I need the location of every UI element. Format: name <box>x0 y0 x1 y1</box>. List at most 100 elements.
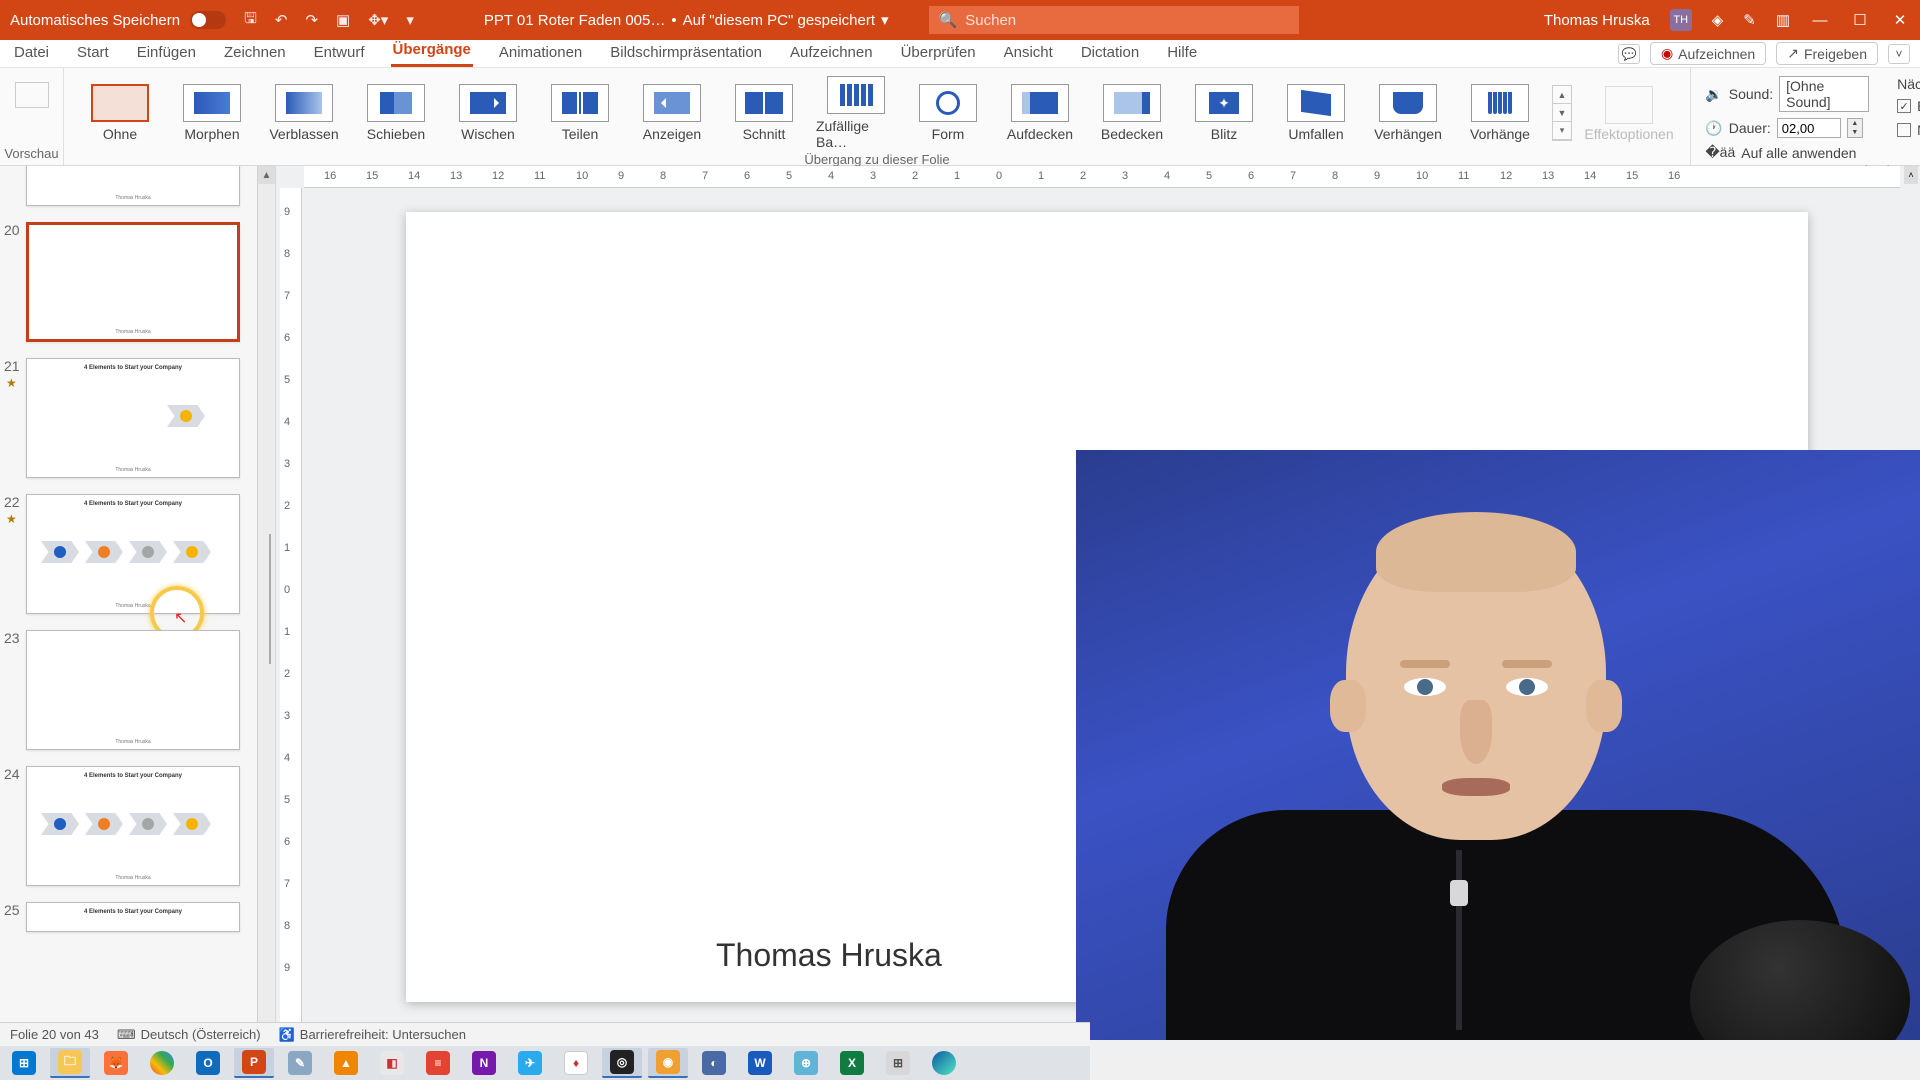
share-button[interactable]: ↗Freigeben <box>1776 42 1878 65</box>
start-button[interactable]: ⊞ <box>4 1048 44 1078</box>
transition-flash[interactable]: ✦Blitz <box>1184 84 1264 142</box>
touch-mode-icon[interactable]: ✥▾ <box>368 11 388 29</box>
tab-dictation[interactable]: Dictation <box>1079 40 1141 67</box>
window-layout-icon[interactable]: ▥ <box>1776 11 1790 29</box>
ribbon-collapse-icon[interactable]: ˅ <box>1888 44 1910 64</box>
sound-select[interactable]: [Ohne Sound] <box>1779 76 1869 112</box>
drawing-mode-icon[interactable]: ✎ <box>1743 11 1756 29</box>
accessibility-status[interactable]: ♿Barrierefreiheit: Untersuchen <box>279 1027 466 1043</box>
present-from-start-icon[interactable]: ▣ <box>336 11 350 29</box>
language-status[interactable]: ⌨Deutsch (Österreich) <box>117 1027 261 1043</box>
save-icon[interactable]: 🖫 <box>244 8 257 33</box>
transition-cut[interactable]: Schnitt <box>724 84 804 142</box>
slide-thumb-25[interactable]: 25 4 Elements to Start your Company <box>26 902 249 932</box>
transition-random-bars[interactable]: Zufällige Ba… <box>816 76 896 150</box>
tab-entwurf[interactable]: Entwurf <box>312 40 367 67</box>
transition-fade[interactable]: Verblassen <box>264 84 344 142</box>
tab-zeichnen[interactable]: Zeichnen <box>222 40 288 67</box>
checkbox-unchecked-icon[interactable] <box>1897 123 1911 137</box>
gallery-down-icon[interactable]: ▼ <box>1553 104 1571 122</box>
search-box[interactable]: 🔍 <box>929 6 1299 34</box>
apply-all-button[interactable]: �ääAuf alle anwenden <box>1705 144 1869 161</box>
checkbox-checked-icon[interactable] <box>1897 99 1911 113</box>
thumbnail-scrollbar[interactable]: ▲ ▼ <box>257 166 275 1046</box>
taskbar-onenote[interactable]: N <box>464 1048 504 1078</box>
taskbar-firefox[interactable]: 🦊 <box>96 1048 136 1078</box>
tab-bildschirmpraesentation[interactable]: Bildschirmpräsentation <box>608 40 764 67</box>
on-click-checkbox[interactable]: Bei Mausklick <box>1897 98 1920 114</box>
slide-thumbnail-list[interactable]: Thomas Hruska 20 Thomas Hruska 21 ★ 4 El… <box>0 166 257 1046</box>
tab-ansicht[interactable]: Ansicht <box>1002 40 1055 67</box>
canvas-collapse-icon[interactable]: ˄ <box>1904 166 1918 184</box>
taskbar-todoist[interactable]: ≡ <box>418 1048 458 1078</box>
search-input[interactable] <box>965 12 1288 29</box>
user-avatar[interactable]: TH <box>1670 9 1692 31</box>
tab-ueberpruefen[interactable]: Überprüfen <box>899 40 978 67</box>
taskbar-edge[interactable] <box>924 1048 964 1078</box>
transition-cover[interactable]: Bedecken <box>1092 84 1172 142</box>
transition-morph[interactable]: Morphen <box>172 84 252 142</box>
transition-uncover[interactable]: Aufdecken <box>1000 84 1080 142</box>
redo-icon[interactable]: ↷ <box>305 11 318 29</box>
gallery-scroll[interactable]: ▲▼▾ <box>1552 85 1572 141</box>
transition-reveal[interactable]: Anzeigen <box>632 84 712 142</box>
close-button[interactable]: ✕ <box>1890 11 1910 29</box>
tab-einfuegen[interactable]: Einfügen <box>135 40 198 67</box>
taskbar-app-5[interactable]: ◐ <box>694 1048 734 1078</box>
transition-none[interactable]: Ohne <box>80 84 160 142</box>
slide-thumb-24[interactable]: 24 4 Elements to Start your Company Thom… <box>26 766 249 886</box>
taskbar-word[interactable]: W <box>740 1048 780 1078</box>
slide-counter[interactable]: Folie 20 von 43 <box>10 1027 99 1042</box>
duration-input[interactable] <box>1777 118 1841 138</box>
tab-uebergaenge[interactable]: Übergänge <box>391 37 473 67</box>
transition-split[interactable]: Teilen <box>540 84 620 142</box>
taskbar-excel[interactable]: X <box>832 1048 872 1078</box>
undo-icon[interactable]: ↶ <box>275 11 288 29</box>
gallery-more-icon[interactable]: ▾ <box>1553 122 1571 140</box>
scroll-thumb[interactable] <box>269 534 271 664</box>
gallery-up-icon[interactable]: ▲ <box>1553 86 1571 104</box>
toggle-switch-icon[interactable] <box>190 11 226 29</box>
transition-fall[interactable]: Umfallen <box>1276 84 1356 142</box>
taskbar-chrome[interactable] <box>142 1048 182 1078</box>
tab-start[interactable]: Start <box>75 40 111 67</box>
slide-author-text[interactable]: Thomas Hruska <box>716 937 942 974</box>
transition-push[interactable]: Schieben <box>356 84 436 142</box>
minimize-button[interactable]: ― <box>1810 12 1830 29</box>
taskbar-app-6[interactable]: ⊕ <box>786 1048 826 1078</box>
taskbar-outlook[interactable]: O <box>188 1048 228 1078</box>
tab-animationen[interactable]: Animationen <box>497 40 584 67</box>
tab-aufzeichnen[interactable]: Aufzeichnen <box>788 40 875 67</box>
preview-icon[interactable] <box>15 82 49 108</box>
slide-thumb-19[interactable]: Thomas Hruska <box>26 166 249 206</box>
transition-wipe[interactable]: Wischen <box>448 84 528 142</box>
duration-spinner[interactable]: ▲▼ <box>1847 118 1863 138</box>
qat-more-icon[interactable]: ▾ <box>406 11 414 29</box>
slide-thumb-23[interactable]: 23 Thomas Hruska <box>26 630 249 750</box>
record-button[interactable]: ◉Aufzeichnen <box>1650 42 1766 65</box>
taskbar-app-2[interactable]: ◧ <box>372 1048 412 1078</box>
taskbar-explorer[interactable]: 🗀 <box>50 1048 90 1078</box>
tab-datei[interactable]: Datei <box>12 40 51 67</box>
taskbar-vlc[interactable]: ▲ <box>326 1048 366 1078</box>
maximize-button[interactable]: ☐ <box>1850 11 1870 29</box>
taskbar-powerpoint[interactable]: P <box>234 1048 274 1078</box>
comments-button[interactable]: 💬 <box>1618 44 1640 64</box>
document-title[interactable]: PPT 01 Roter Faden 005… • Auf "diesem PC… <box>484 11 889 29</box>
taskbar-telegram[interactable]: ✈ <box>510 1048 550 1078</box>
tab-hilfe[interactable]: Hilfe <box>1165 40 1199 67</box>
slide-thumb-20[interactable]: 20 Thomas Hruska <box>26 222 249 342</box>
slide-thumb-22[interactable]: 22 ★ 4 Elements to Start your Company Th… <box>26 494 249 614</box>
taskbar-app-7[interactable]: ⊞ <box>878 1048 918 1078</box>
transition-shape[interactable]: Form <box>908 84 988 142</box>
coming-soon-icon[interactable]: ◈ <box>1712 11 1724 29</box>
taskbar-app-4[interactable]: ◉ <box>648 1048 688 1078</box>
autosave-toggle[interactable]: Automatisches Speichern <box>10 11 226 29</box>
taskbar-obs[interactable]: ◎ <box>602 1048 642 1078</box>
user-name[interactable]: Thomas Hruska <box>1544 12 1650 29</box>
slide-thumb-21[interactable]: 21 ★ 4 Elements to Start your Company Th… <box>26 358 249 478</box>
sound-row[interactable]: 🔉Sound:[Ohne Sound] <box>1705 76 1869 112</box>
scroll-up-icon[interactable]: ▲ <box>258 166 275 184</box>
taskbar-app-1[interactable]: ✎ <box>280 1048 320 1078</box>
chevron-down-icon[interactable]: ▾ <box>881 11 889 29</box>
